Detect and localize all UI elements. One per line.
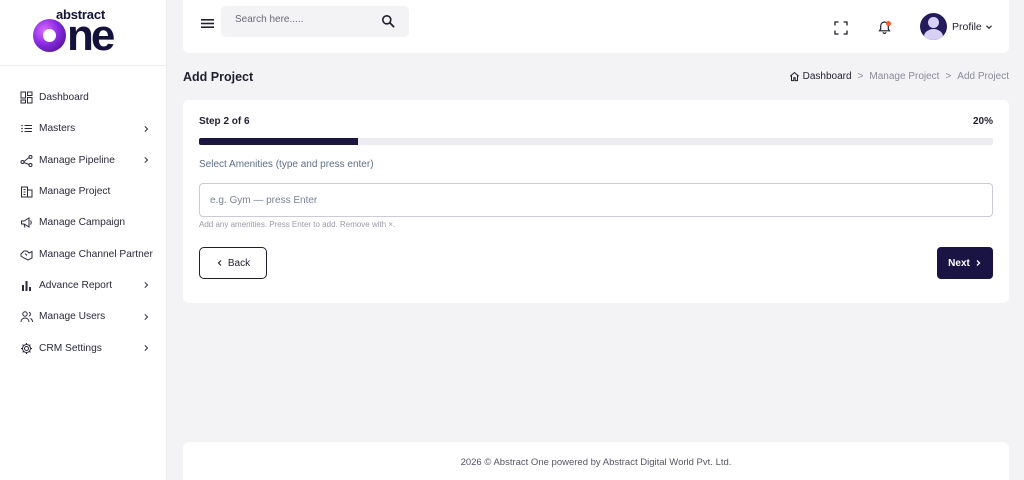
handshake-icon bbox=[20, 248, 33, 261]
notification-dot bbox=[886, 21, 891, 26]
chevron-down-icon bbox=[985, 24, 992, 29]
progress-percent: 20% bbox=[972, 116, 993, 127]
sidebar-item-label: Manage Channel Partner bbox=[39, 248, 153, 260]
profile-menu[interactable]: Profile bbox=[920, 13, 993, 40]
profile-label: Profile bbox=[952, 20, 982, 33]
sidebar: abstract ne Dashboard Masters Manage Pipel… bbox=[0, 0, 167, 480]
megaphone-icon bbox=[20, 216, 33, 229]
fullscreen-icon[interactable] bbox=[834, 21, 848, 35]
sidebar-item-manage-pipeline[interactable]: Manage Pipeline bbox=[0, 145, 166, 176]
footer: 2026 © Abstract One powered by Abstract … bbox=[183, 442, 1009, 480]
sidebar-item-label: CRM Settings bbox=[39, 342, 102, 354]
back-button[interactable]: Back bbox=[199, 247, 267, 279]
back-button-label: Back bbox=[227, 257, 251, 269]
amenities-label: Select Amenities (type and press enter) bbox=[199, 159, 374, 170]
sidebar-item-dashboard[interactable]: Dashboard bbox=[0, 82, 166, 113]
breadcrumb: Dashboard > Manage Project > Add Project bbox=[789, 71, 1009, 82]
chevron-right-icon bbox=[142, 125, 150, 133]
search-input[interactable] bbox=[235, 14, 375, 25]
sidebar-item-label: Manage Pipeline bbox=[39, 154, 115, 166]
sidebar-item-label: Manage Users bbox=[39, 311, 106, 323]
chevron-right-icon bbox=[142, 344, 150, 352]
sidebar-item-manage-project[interactable]: Manage Project bbox=[0, 176, 166, 207]
sidebar-item-label: Dashboard bbox=[39, 92, 89, 104]
amenities-hint: Add any amenities. Press Enter to add. R… bbox=[199, 220, 396, 229]
progress-fill bbox=[199, 138, 358, 145]
sidebar-item-label: Masters bbox=[39, 123, 76, 135]
sidebar-item-manage-users[interactable]: Manage Users bbox=[0, 301, 166, 332]
sidebar-item-label: Advance Report bbox=[39, 279, 113, 291]
breadcrumb-dashboard-label: Dashboard bbox=[802, 71, 852, 82]
chevron-right-icon bbox=[142, 281, 150, 289]
pipeline-icon bbox=[20, 154, 33, 167]
chevron-right-icon bbox=[142, 156, 150, 164]
search-box bbox=[221, 6, 409, 37]
footer-text: 2026 © Abstract One powered by Abstract … bbox=[460, 457, 732, 468]
add-project-card: Step 2 of 6 20% Select Amenities (type a… bbox=[183, 100, 1009, 303]
chevron-right-icon bbox=[974, 259, 982, 267]
step-label: Step 2 of 6 bbox=[199, 116, 250, 127]
chevron-right-icon bbox=[142, 313, 150, 321]
search-icon[interactable] bbox=[381, 14, 395, 28]
home-icon bbox=[789, 71, 799, 82]
breadcrumb-separator: > bbox=[857, 71, 864, 82]
logo-text-main-rest: ne bbox=[67, 11, 115, 60]
brand-logo[interactable]: abstract ne bbox=[0, 0, 166, 66]
breadcrumb-current: Add Project bbox=[957, 71, 1009, 82]
chevron-left-icon bbox=[216, 259, 224, 267]
sidebar-item-advance-report[interactable]: Advance Report bbox=[0, 270, 166, 301]
sidebar-item-label: Manage Project bbox=[39, 186, 111, 198]
next-button-label: Next bbox=[948, 257, 970, 269]
breadcrumb-separator: > bbox=[945, 71, 952, 82]
bar-chart-icon bbox=[20, 279, 33, 292]
next-button[interactable]: Next bbox=[937, 247, 993, 279]
building-icon bbox=[20, 185, 33, 198]
logo-text-main: ne bbox=[33, 11, 115, 60]
hamburger-menu-icon[interactable] bbox=[200, 16, 215, 31]
sidebar-nav: Dashboard Masters Manage Pipeline Manage Pr… bbox=[0, 66, 166, 364]
dashboard-icon bbox=[20, 91, 33, 104]
avatar bbox=[920, 13, 947, 40]
top-bar: Profile bbox=[183, 0, 1009, 53]
logo-o-mark bbox=[33, 19, 66, 52]
sidebar-item-label: Manage Campaign bbox=[39, 217, 126, 229]
breadcrumb-manage-project[interactable]: Manage Project bbox=[869, 71, 939, 82]
sidebar-item-masters[interactable]: Masters bbox=[0, 113, 166, 144]
sidebar-item-crm-settings[interactable]: CRM Settings bbox=[0, 332, 166, 363]
amenities-input[interactable] bbox=[199, 183, 993, 217]
users-icon bbox=[20, 310, 33, 323]
breadcrumb-dashboard[interactable]: Dashboard bbox=[789, 71, 852, 82]
sidebar-item-manage-channel-partner[interactable]: Manage Channel Partner bbox=[0, 238, 166, 269]
list-icon bbox=[20, 122, 33, 135]
sidebar-item-manage-campaign[interactable]: Manage Campaign bbox=[0, 207, 166, 238]
page-title: Add Project bbox=[183, 70, 254, 84]
progress-bar bbox=[199, 138, 993, 145]
gear-icon bbox=[20, 342, 33, 355]
